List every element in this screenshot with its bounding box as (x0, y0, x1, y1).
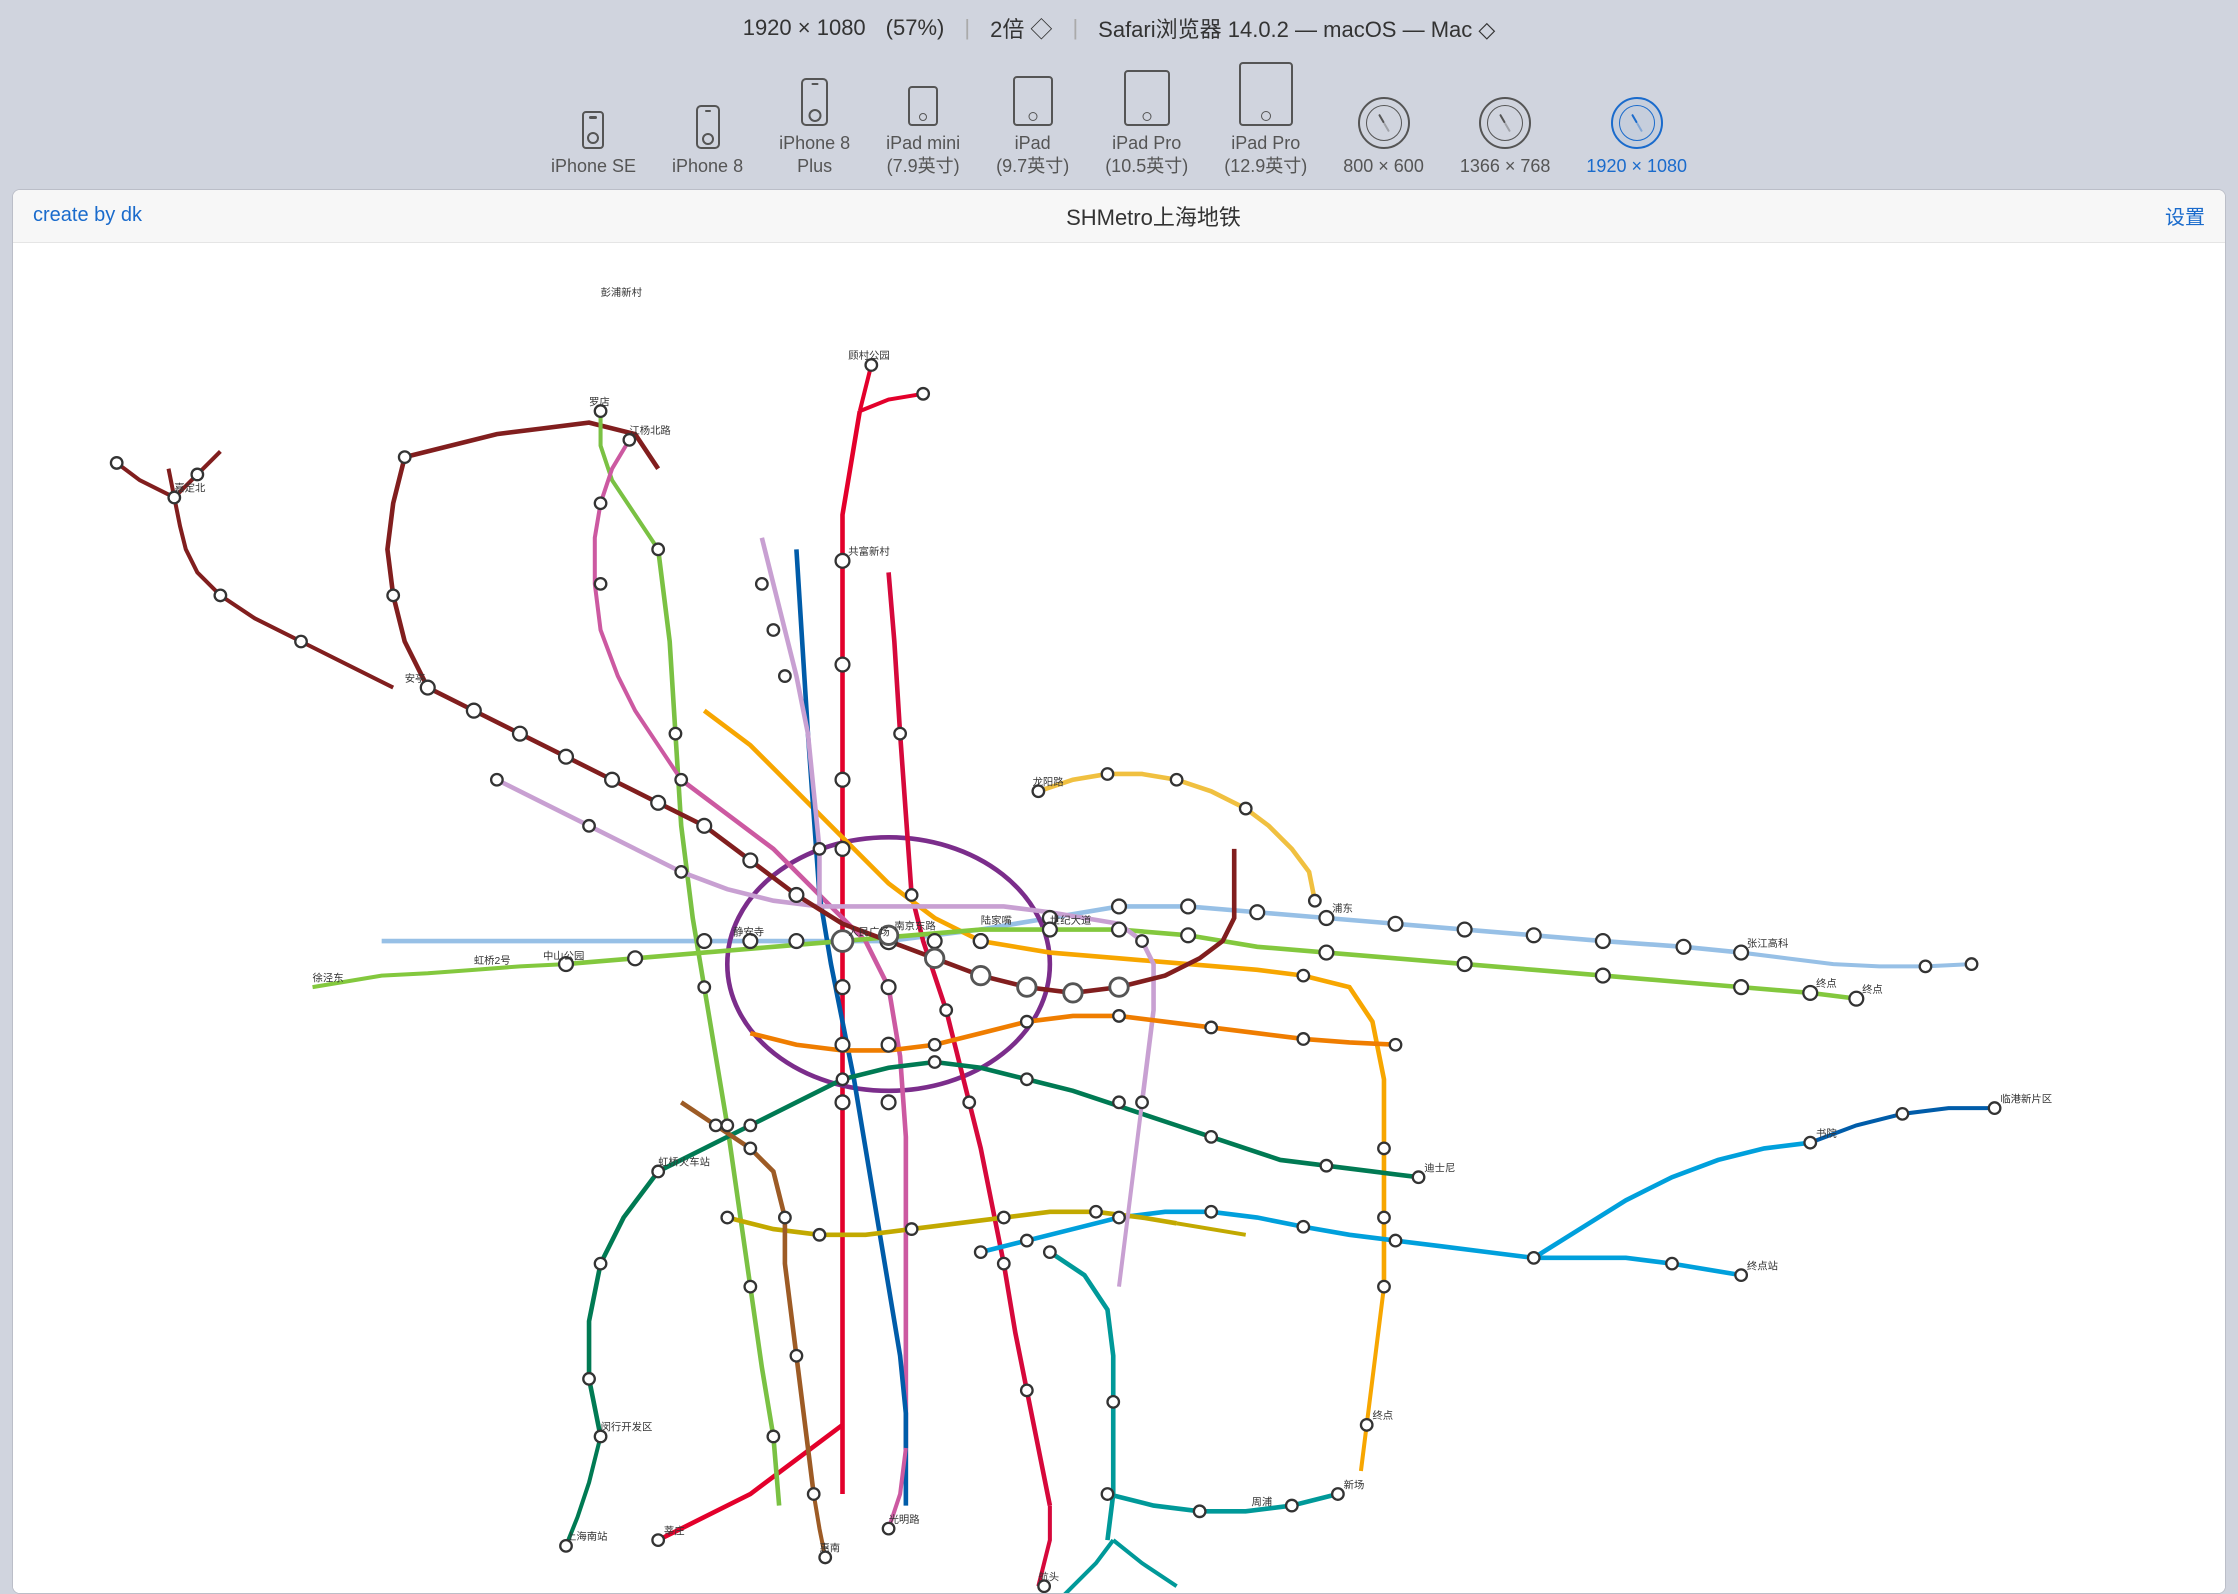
device-label-iphone-8plus: iPhone 8Plus (779, 132, 850, 179)
iphone-8plus-icon (801, 78, 828, 126)
svg-text:终点: 终点 (1372, 1409, 1393, 1422)
browser-frame: create by dk SHMetro上海地铁 设置 (12, 189, 2226, 1594)
device-ipad-pro105[interactable]: iPad Pro(10.5英寸) (1105, 70, 1188, 179)
device-list: iPhone SE iPhone 8 iPhone 8Plus iPad min… (551, 62, 1687, 179)
device-label-ipad-pro105: iPad Pro(10.5英寸) (1105, 132, 1188, 179)
device-iphone-8plus[interactable]: iPhone 8Plus (779, 78, 850, 179)
browser-info[interactable]: Safari浏览器 14.0.2 — macOS — Mac ◇ (1098, 12, 1495, 44)
scale-control[interactable]: 2倍 ◇ (990, 12, 1052, 44)
device-ipad-mini[interactable]: iPad mini(7.9英寸) (886, 86, 960, 179)
device-label-1920x1080: 1920 × 1080 (1586, 155, 1687, 178)
device-ipad[interactable]: iPad(9.7英寸) (996, 76, 1069, 179)
svg-text:中山公园: 中山公园 (543, 949, 584, 962)
svg-text:闵行开发区: 闵行开发区 (601, 1420, 653, 1433)
toolbar: 1920 × 1080 (57%) | 2倍 ◇ | Safari浏览器 14.… (0, 0, 2238, 189)
svg-text:新场: 新场 (1344, 1478, 1365, 1491)
svg-text:龙阳路: 龙阳路 (1033, 775, 1065, 788)
svg-text:虹桥火车站: 虹桥火车站 (658, 1155, 710, 1168)
svg-text:周浦: 周浦 (1251, 1495, 1272, 1508)
toolbar-info: 1920 × 1080 (57%) | 2倍 ◇ | Safari浏览器 14.… (743, 12, 1496, 44)
svg-text:南京东路: 南京东路 (894, 919, 936, 932)
device-label-ipad-pro129: iPad Pro(12.9英寸) (1224, 132, 1307, 179)
svg-text:惠南: 惠南 (819, 1541, 840, 1554)
browser-content: 人民广场 南京东路 静安寺 中山公园 张江高科 终点 陆家嘴 世纪大道 浦东 嘉… (13, 243, 2225, 1593)
compass-1366-icon (1479, 97, 1531, 149)
svg-text:安亭: 安亭 (405, 672, 426, 685)
svg-text:陆家嘴: 陆家嘴 (981, 914, 1012, 927)
svg-text:终点: 终点 (1862, 983, 1883, 996)
device-label-iphone-se: iPhone SE (551, 155, 636, 178)
iphone-8-icon (696, 105, 720, 149)
device-1366x768[interactable]: 1366 × 768 (1460, 97, 1551, 178)
separator2: | (1072, 15, 1078, 41)
device-label-800x600: 800 × 600 (1343, 155, 1424, 178)
compass-1920-icon (1611, 97, 1663, 149)
browser-right-link[interactable]: 设置 (2165, 201, 2205, 230)
device-ipad-pro129[interactable]: iPad Pro(12.9英寸) (1224, 62, 1307, 179)
svg-text:嘉定北: 嘉定北 (174, 482, 206, 495)
device-800x600[interactable]: 800 × 600 (1343, 97, 1424, 178)
browser-title: SHMetro上海地铁 (1066, 200, 1241, 232)
device-1920x1080[interactable]: 1920 × 1080 (1586, 97, 1687, 178)
ipad-icon (1013, 76, 1053, 126)
svg-text:彭浦新村: 彭浦新村 (601, 286, 642, 299)
svg-text:浦东: 浦东 (1332, 902, 1353, 915)
device-label-ipad-mini: iPad mini(7.9英寸) (886, 132, 960, 179)
svg-text:徐泾东: 徐泾东 (313, 971, 344, 984)
svg-text:静安寺: 静安寺 (733, 925, 764, 938)
compass-800-icon (1358, 97, 1410, 149)
svg-text:航头: 航头 (1038, 1570, 1059, 1583)
svg-text:张江高科: 张江高科 (1747, 937, 1788, 950)
separator1: | (964, 15, 970, 41)
svg-text:人民广场: 人民广场 (848, 925, 889, 938)
svg-text:临港新片区: 临港新片区 (2000, 1092, 2052, 1105)
ipad-pro129-icon (1239, 62, 1293, 126)
svg-text:江杨北路: 江杨北路 (629, 424, 671, 437)
ipad-pro105-icon (1124, 70, 1170, 126)
device-label-iphone-8: iPhone 8 (672, 155, 743, 178)
device-label-ipad: iPad(9.7英寸) (996, 132, 1069, 179)
svg-text:世纪大道: 世纪大道 (1050, 914, 1091, 927)
svg-text:迪士尼: 迪士尼 (1424, 1161, 1455, 1174)
svg-text:终点: 终点 (1816, 977, 1837, 990)
metro-map: 人民广场 南京东路 静安寺 中山公园 张江高科 终点 陆家嘴 世纪大道 浦东 嘉… (13, 243, 2225, 1593)
device-iphone-se[interactable]: iPhone SE (551, 111, 636, 178)
resolution-text: 1920 × 1080 (743, 15, 866, 41)
browser-titlebar: create by dk SHMetro上海地铁 设置 (13, 190, 2225, 243)
ipad-mini-icon (908, 86, 938, 126)
svg-text:顾村公园: 顾村公园 (848, 349, 889, 362)
svg-text:共富新村: 共富新村 (848, 545, 889, 558)
browser-left-link[interactable]: create by dk (33, 204, 142, 227)
iphone-se-icon (582, 111, 604, 149)
zoom-text: (57%) (886, 15, 945, 41)
svg-text:上海南站: 上海南站 (566, 1530, 607, 1543)
device-label-1366x768: 1366 × 768 (1460, 155, 1551, 178)
svg-text:书院: 书院 (1816, 1127, 1837, 1140)
svg-text:罗店: 罗店 (589, 395, 610, 408)
svg-text:虹桥2号: 虹桥2号 (474, 955, 511, 967)
svg-text:光明路: 光明路 (889, 1513, 921, 1526)
svg-text:莘庄: 莘庄 (664, 1524, 685, 1537)
svg-text:终点站: 终点站 (1747, 1259, 1778, 1272)
device-iphone-8[interactable]: iPhone 8 (672, 105, 743, 178)
